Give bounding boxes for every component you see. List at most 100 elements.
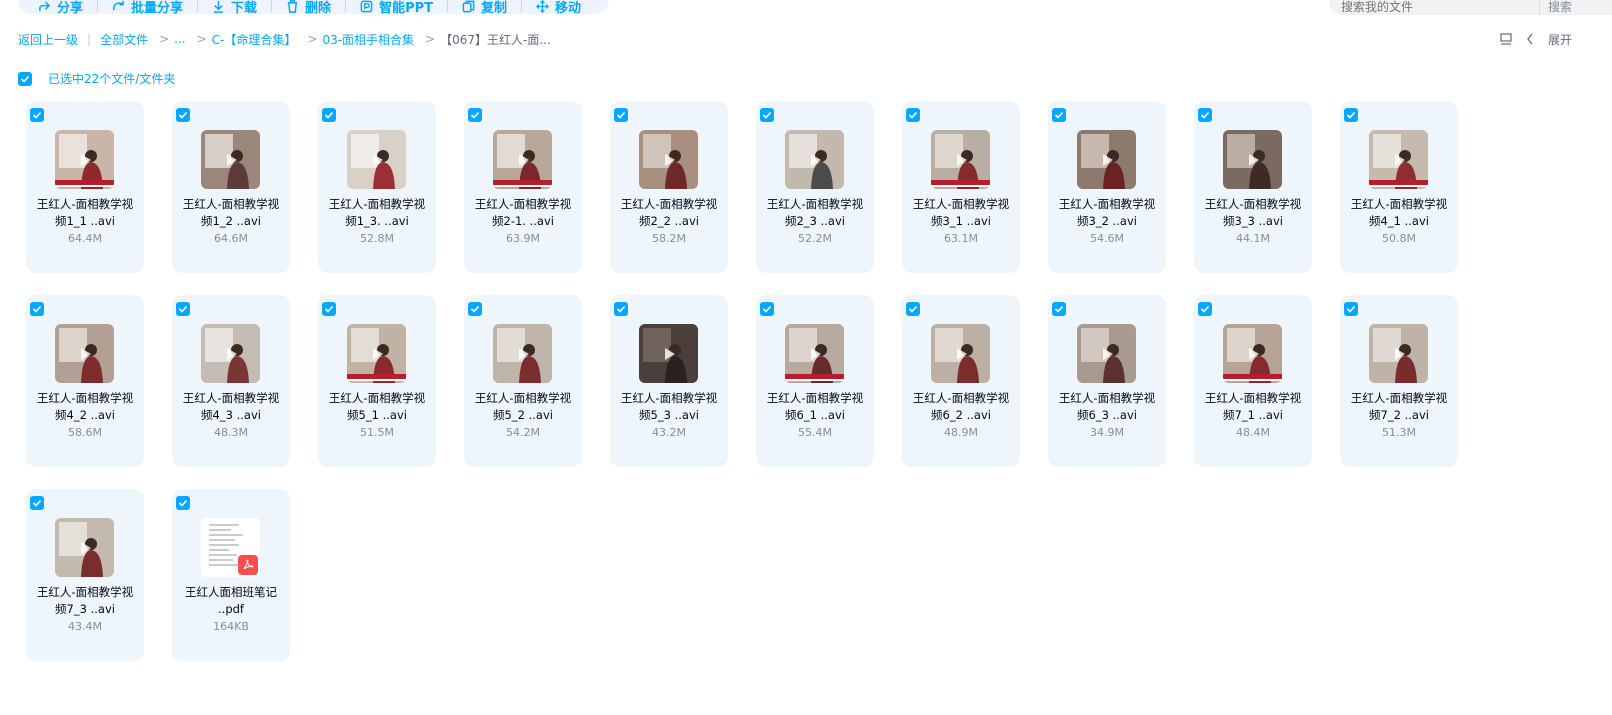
file-checkbox[interactable] — [1052, 302, 1066, 316]
video-file-card[interactable]: 王红人-面相教学视 频6_2 ..avi 48.9M — [902, 295, 1020, 467]
file-name-line: 频3_2 ..avi — [1077, 214, 1137, 228]
share-button[interactable]: 分享 — [32, 0, 97, 16]
file-name: 王红人-面相教学视 频3_2 ..avi — [1052, 196, 1162, 230]
download-label: 下载 — [231, 0, 258, 16]
file-checkbox[interactable] — [1344, 108, 1358, 122]
download-button[interactable]: 下载 — [198, 0, 271, 16]
video-file-card[interactable]: 王红人-面相教学视 频6_3 ..avi 34.9M — [1048, 295, 1166, 467]
file-checkbox[interactable] — [322, 302, 336, 316]
video-thumbnail — [1369, 130, 1428, 189]
file-size: 58.6M — [68, 426, 102, 439]
video-file-card[interactable]: 王红人-面相教学视 频1_3. ..avi 52.8M — [318, 101, 436, 273]
play-icon — [80, 153, 91, 166]
file-name: 王红人-面相教学视 频7_3 ..avi — [30, 584, 140, 618]
video-file-card[interactable]: 王红人-面相教学视 频3_3 ..avi 44.1M — [1194, 101, 1312, 273]
text-line — [209, 524, 239, 526]
file-name-line: 频1_1 ..avi — [55, 214, 115, 228]
pdf-thumbnail — [201, 518, 260, 577]
pdf-file-card[interactable]: 王红人面相班笔记 ..pdf 164KB — [172, 489, 290, 661]
video-file-card[interactable]: 王红人-面相教学视 频2_3 ..avi 52.2M — [756, 101, 874, 273]
video-file-card[interactable]: 王红人-面相教学视 频4_2 ..avi 58.6M — [26, 295, 144, 467]
breadcrumb-folder-mianxiang[interactable]: 03-面相手相合集 — [322, 31, 414, 48]
video-thumbnail — [347, 324, 406, 383]
view-mode-icon[interactable] — [1500, 33, 1512, 45]
file-checkbox[interactable] — [322, 108, 336, 122]
breadcrumb-all-files[interactable]: 全部文件 — [100, 31, 148, 48]
search-button[interactable]: 搜索 — [1539, 0, 1572, 15]
file-size: 54.6M — [1090, 232, 1124, 245]
video-thumbnail — [347, 130, 406, 189]
copy-icon — [462, 0, 475, 12]
back-link[interactable]: 返回上一级 — [18, 31, 78, 48]
file-checkbox[interactable] — [30, 496, 44, 510]
file-checkbox[interactable] — [176, 302, 190, 316]
text-line — [209, 529, 231, 531]
move-button[interactable]: 移动 — [522, 0, 595, 16]
file-checkbox[interactable] — [1344, 302, 1358, 316]
video-file-card[interactable]: 王红人-面相教学视 频7_1 ..avi 48.4M — [1194, 295, 1312, 467]
breadcrumb-ellipsis[interactable]: ... — [174, 32, 185, 46]
checkmark-icon — [178, 499, 188, 507]
file-name-line: 王红人-面相教学视 — [36, 585, 134, 599]
video-file-card[interactable]: 王红人-面相教学视 频7_2 ..avi 51.3M — [1340, 295, 1458, 467]
file-size: 34.9M — [1090, 426, 1124, 439]
file-checkbox[interactable] — [30, 302, 44, 316]
play-icon — [80, 541, 91, 554]
file-name: 王红人-面相教学视 频1_1 ..avi — [30, 196, 140, 230]
file-checkbox[interactable] — [468, 302, 482, 316]
video-file-card[interactable]: 王红人-面相教学视 频4_1 ..avi 50.8M — [1340, 101, 1458, 273]
breadcrumb-folder-mingli[interactable]: C-【命理合集】 — [212, 31, 297, 48]
file-size: 55.4M — [798, 426, 832, 439]
video-file-card[interactable]: 王红人-面相教学视 频2-1. ..avi 63.9M — [464, 101, 582, 273]
batch-share-button[interactable]: 批量分享 — [98, 0, 197, 16]
video-file-card[interactable]: 王红人-面相教学视 频5_1 ..avi 51.5M — [318, 295, 436, 467]
smart-ppt-button[interactable]: 智能PPT — [346, 0, 447, 16]
file-checkbox[interactable] — [906, 302, 920, 316]
file-checkbox[interactable] — [760, 302, 774, 316]
file-checkbox[interactable] — [906, 108, 920, 122]
file-checkbox[interactable] — [1052, 108, 1066, 122]
file-name: 王红人-面相教学视 频2_2 ..avi — [614, 196, 724, 230]
video-thumbnail — [639, 324, 698, 383]
video-file-card[interactable]: 王红人-面相教学视 频3_1 ..avi 63.1M — [902, 101, 1020, 273]
select-all-checkbox[interactable] — [18, 71, 32, 86]
video-file-card[interactable]: 王红人-面相教学视 频3_2 ..avi 54.6M — [1048, 101, 1166, 273]
file-size: 43.4M — [68, 620, 102, 633]
file-checkbox[interactable] — [30, 108, 44, 122]
file-name-line: 王红人-面相教学视 — [182, 391, 280, 405]
file-name-line: 王红人-面相教学视 — [36, 197, 134, 211]
file-name: 王红人-面相教学视 频4_3 ..avi — [176, 390, 286, 424]
video-file-card[interactable]: 王红人-面相教学视 频1_2 ..avi 64.6M — [172, 101, 290, 273]
video-file-card[interactable]: 王红人-面相教学视 频5_3 ..avi 43.2M — [610, 295, 728, 467]
chevron-left-icon[interactable] — [1526, 33, 1534, 45]
delete-button[interactable]: 删除 — [272, 0, 345, 16]
video-file-card[interactable]: 王红人-面相教学视 频5_2 ..avi 54.2M — [464, 295, 582, 467]
play-icon — [956, 347, 967, 360]
video-file-card[interactable]: 王红人-面相教学视 频4_3 ..avi 48.3M — [172, 295, 290, 467]
video-file-card[interactable]: 王红人-面相教学视 频6_1 ..avi 55.4M — [756, 295, 874, 467]
file-checkbox[interactable] — [1198, 302, 1212, 316]
video-thumbnail — [201, 324, 260, 383]
video-file-card[interactable]: 王红人-面相教学视 频2_2 ..avi 58.2M — [610, 101, 728, 273]
checkmark-icon — [324, 111, 334, 119]
file-checkbox[interactable] — [760, 108, 774, 122]
copy-button[interactable]: 复制 — [448, 0, 521, 16]
play-icon — [1248, 153, 1259, 166]
file-checkbox[interactable] — [176, 496, 190, 510]
selection-count-label: 已选中22个文件/文件夹 — [48, 72, 176, 86]
file-size: 164KB — [213, 620, 249, 633]
search-input[interactable] — [1341, 0, 1531, 14]
video-file-card[interactable]: 王红人-面相教学视 频7_3 ..avi 43.4M — [26, 489, 144, 661]
file-checkbox[interactable] — [176, 108, 190, 122]
file-size: 64.6M — [214, 232, 248, 245]
expand-label[interactable]: 展开 — [1548, 31, 1572, 48]
file-name: 王红人-面相教学视 频7_2 ..avi — [1344, 390, 1454, 424]
file-name: 王红人-面相教学视 频1_3. ..avi — [322, 196, 432, 230]
file-checkbox[interactable] — [614, 108, 628, 122]
file-checkbox[interactable] — [614, 302, 628, 316]
file-name-line: 王红人-面相教学视 — [328, 197, 426, 211]
video-file-card[interactable]: 王红人-面相教学视 频1_1 ..avi 64.4M — [26, 101, 144, 273]
file-checkbox[interactable] — [1198, 108, 1212, 122]
file-checkbox[interactable] — [468, 108, 482, 122]
file-name: 王红人-面相教学视 频6_3 ..avi — [1052, 390, 1162, 424]
